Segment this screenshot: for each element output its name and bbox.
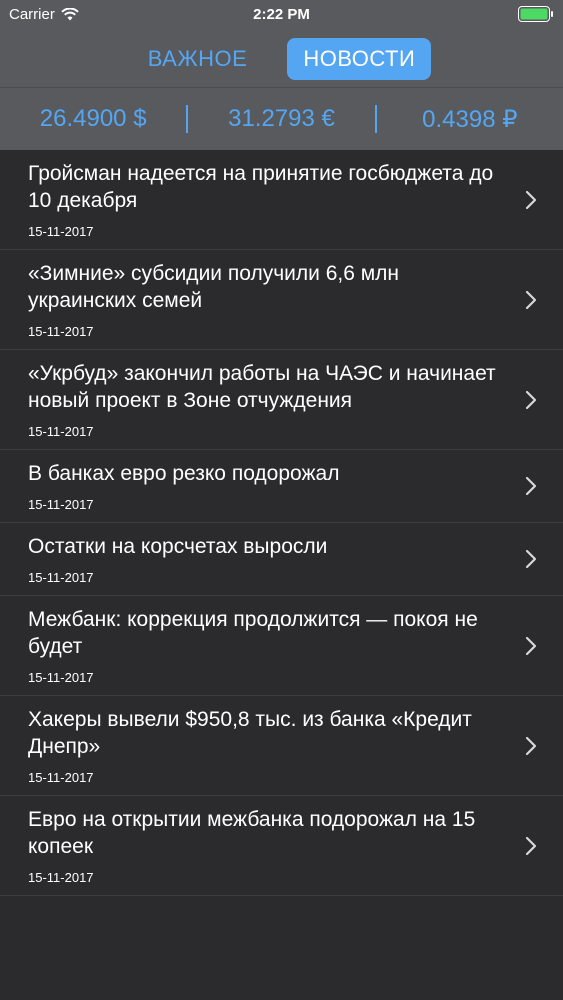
news-date: 15-11-2017: [28, 497, 94, 512]
chevron-right-icon: [525, 390, 537, 409]
chevron-right-icon: [525, 290, 537, 309]
news-item[interactable]: Остатки на корсчетах выросли 15-11-2017: [0, 523, 563, 596]
news-date: 15-11-2017: [28, 870, 94, 885]
news-date: 15-11-2017: [28, 324, 94, 339]
news-item[interactable]: «Зимние» субсидии получили 6,6 млн украи…: [0, 250, 563, 350]
chevron-right-icon: [525, 190, 537, 209]
news-item[interactable]: «Укрбуд» закончил работы на ЧАЭС и начин…: [0, 350, 563, 450]
news-title: Евро на открытии межбанка подорожал на 1…: [28, 808, 476, 858]
news-title: «Укрбуд» закончил работы на ЧАЭС и начин…: [28, 362, 496, 412]
chevron-right-icon: [525, 836, 537, 855]
chevron-right-icon: [525, 636, 537, 655]
news-date: 15-11-2017: [28, 424, 94, 439]
rate-eur: 31.2793 €: [228, 105, 335, 132]
news-item[interactable]: Гройсман надеется на принятие госбюджета…: [0, 150, 563, 250]
news-title: «Зимние» субсидии получили 6,6 млн украи…: [28, 262, 400, 312]
news-item[interactable]: Межбанк: коррекция продолжится — покоя н…: [0, 596, 563, 696]
news-item[interactable]: Евро на открытии межбанка подорожал на 1…: [0, 796, 563, 896]
news-title: В банках евро резко подорожал: [28, 462, 340, 485]
segment-control: ВАЖНОЕ НОВОСТИ: [0, 30, 563, 87]
chevron-right-icon: [525, 736, 537, 755]
news-title: Хакеры вывели $950,8 тыс. из банка «Кред…: [28, 708, 472, 758]
news-list: Гройсман надеется на принятие госбюджета…: [0, 150, 563, 896]
news-date: 15-11-2017: [28, 670, 94, 685]
status-bar: Carrier 2:22 PM: [0, 0, 563, 30]
news-title: Остатки на корсчетах выросли: [28, 535, 328, 558]
news-date: 15-11-2017: [28, 570, 94, 585]
chevron-right-icon: [525, 476, 537, 496]
status-time: 2:22 PM: [253, 6, 310, 23]
rate-rub: 0.4398 ₽: [422, 105, 518, 133]
battery-icon: [518, 6, 553, 22]
news-date: 15-11-2017: [28, 224, 94, 239]
currency-rates-bar: 26.4900 $ 31.2793 € 0.4398 ₽: [0, 87, 563, 150]
news-item[interactable]: В банках евро резко подорожал 15-11-2017: [0, 450, 563, 523]
rate-usd: 26.4900 $: [39, 105, 147, 132]
tab-important[interactable]: ВАЖНОЕ: [132, 38, 264, 80]
news-title: Гройсман надеется на принятие госбюджета…: [28, 162, 494, 212]
chevron-right-icon: [525, 549, 537, 569]
news-title: Межбанк: коррекция продолжится — покоя н…: [28, 608, 478, 658]
tab-news[interactable]: НОВОСТИ: [287, 37, 432, 80]
news-date: 15-11-2017: [28, 770, 94, 785]
news-item[interactable]: Хакеры вывели $950,8 тыс. из банка «Кред…: [0, 696, 563, 796]
